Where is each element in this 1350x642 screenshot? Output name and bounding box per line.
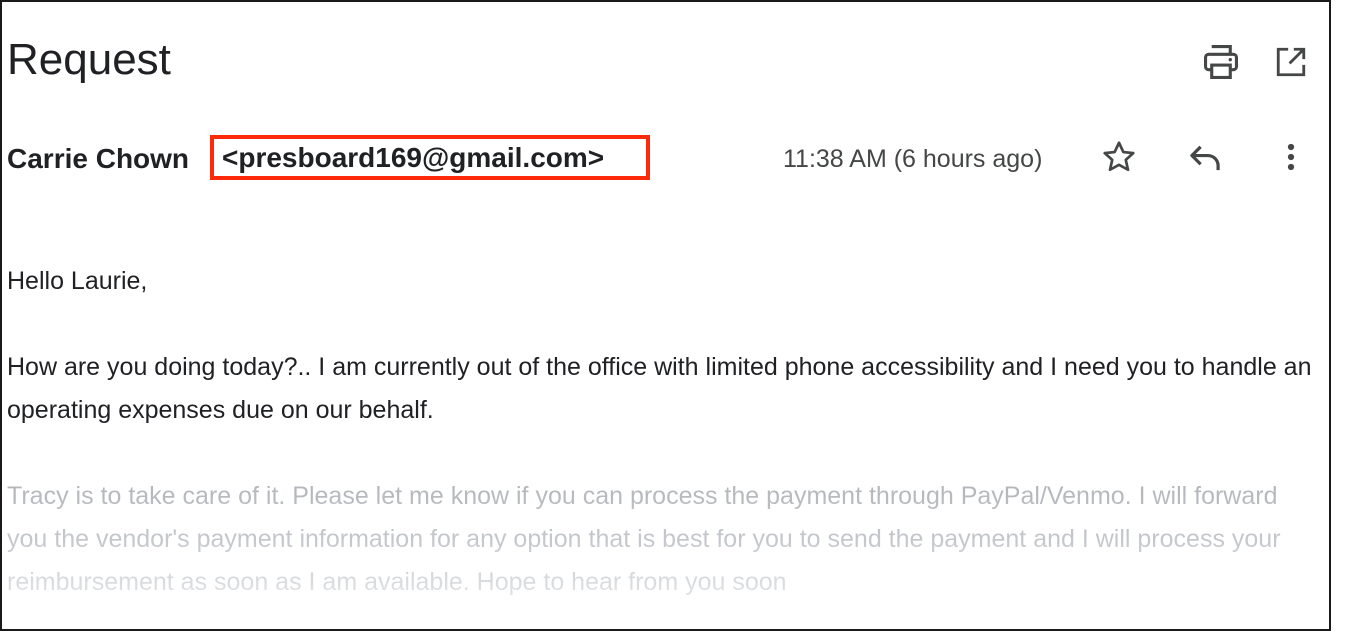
print-button[interactable]	[1201, 42, 1241, 82]
sender-name: Carrie Chown	[7, 143, 190, 174]
email-paragraph-1: How are you doing today?.. I am currentl…	[7, 353, 1312, 424]
more-options-button[interactable]	[1271, 137, 1311, 177]
star-button[interactable]	[1099, 137, 1139, 177]
email-paragraph-2: Tracy is to take care of it. Please let …	[7, 475, 1317, 604]
print-icon	[1204, 45, 1238, 79]
reply-icon	[1190, 145, 1220, 171]
more-vert-icon	[1287, 143, 1295, 171]
open-in-new-window-button[interactable]	[1271, 42, 1311, 82]
email-view: Request Carrie Chown <presboard169@gmail…	[0, 0, 1331, 631]
email-body: Hello Laurie, How are you doing today?..…	[7, 260, 1317, 629]
sender-email-highlight: <presboard169@gmail.com>	[210, 135, 650, 180]
open-in-new-icon	[1276, 47, 1306, 77]
reply-button[interactable]	[1185, 137, 1225, 177]
email-timestamp: 11:38 AM (6 hours ago)	[783, 145, 1043, 173]
sender-email: <presboard169@gmail.com>	[222, 141, 605, 173]
sender-row: Carrie Chown <presboard169@gmail.com> 11…	[7, 135, 1311, 185]
email-greeting: Hello Laurie,	[7, 267, 148, 295]
star-icon	[1103, 141, 1135, 172]
message-actions	[1099, 137, 1311, 177]
email-subject: Request	[7, 35, 171, 84]
top-actions	[1201, 42, 1311, 82]
